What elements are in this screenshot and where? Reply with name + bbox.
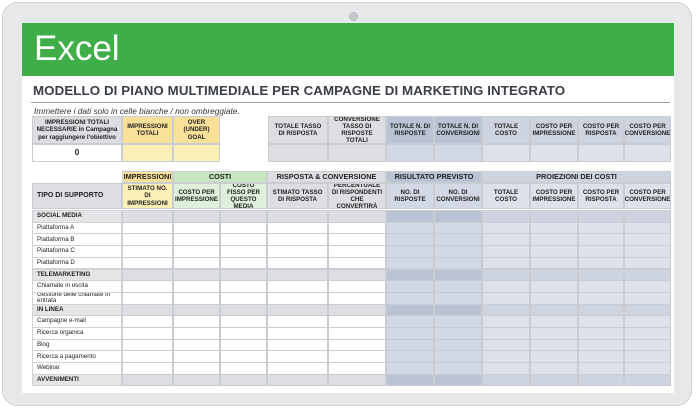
column-costo-impressione: COSTO PER IMPRESSIONE <box>173 183 220 209</box>
app-name: Excel <box>34 29 120 68</box>
summary-header-costo-conversione: COSTO PER CONVERSIONE <box>624 116 671 144</box>
section-cell <box>624 373 671 387</box>
summary-header-conversione-tasso: CONVERSIONE TASSO DI RISPOSTE TOTALI <box>328 116 386 144</box>
summary-header-totale-costo: TOTALE COSTO <box>482 116 530 144</box>
section-cell <box>220 373 267 387</box>
column-costo-per-risposta: COSTO PER RISPOSTA <box>578 183 624 209</box>
column-costo-fisso: COSTO FISSO PER QUESTO MEDIA <box>220 183 267 209</box>
column-n-conversioni: NO. DI CONVERSIONI <box>434 183 482 209</box>
spreadsheet-screen: Excel MODELLO DI PIANO MULTIMEDIALE PER … <box>22 23 674 393</box>
conversione-tasso-value <box>328 144 386 162</box>
group-risultato-previsto: RISULTATO PREVISTO <box>386 171 482 183</box>
title-divider <box>31 102 670 103</box>
costo-risposta-value <box>578 144 624 162</box>
section-cell <box>267 373 328 387</box>
column-costo-per-impressione: COSTO PER IMPRESSIONE <box>530 183 578 209</box>
section-cell <box>482 373 530 387</box>
group-costi: COSTI <box>173 171 267 183</box>
sheet-title: MODELLO DI PIANO MULTIMEDIALE PER CAMPAG… <box>33 83 566 98</box>
totale-costo-value <box>482 144 530 162</box>
column-stimato-impressioni: STIMATO NO. DI IMPRESSIONI <box>122 183 173 209</box>
group-proiezioni-costi: PROIEZIONI DEI COSTI <box>482 171 671 183</box>
column-percentuale-convertira: PERCENTUALE DI RISPONDENTI CHE CONVERTIR… <box>328 183 386 209</box>
group-impressioni: IMPRESSIONI <box>122 171 173 183</box>
impressioni-totali-value <box>122 144 173 162</box>
costo-impressione-value <box>530 144 578 162</box>
section-cell <box>578 373 624 387</box>
group-risposta-conversione: RISPOSTA & CONVERSIONE <box>267 171 386 183</box>
section-cell <box>173 373 220 387</box>
costo-conversione-value <box>624 144 671 162</box>
section-cell <box>434 373 482 387</box>
section-label: AVVENIMENTI <box>32 373 122 387</box>
totale-conversioni-value <box>434 144 482 162</box>
section-cell <box>530 373 578 387</box>
summary-header-costo-risposta: COSTO PER RISPOSTA <box>578 116 624 144</box>
totale-risposte-value <box>386 144 434 162</box>
monitor-bezel: Excel MODELLO DI PIANO MULTIMEDIALE PER … <box>2 2 692 406</box>
column-costo-per-conversione: COSTO PER CONVERSIONE <box>624 183 671 209</box>
column-tipo-supporto: TIPO DI SUPPORTO <box>32 183 122 209</box>
section-cell <box>386 373 434 387</box>
over-under-value <box>173 144 220 162</box>
summary-header-over-under: OVER (UNDER) GOAL <box>173 116 220 144</box>
section-cell <box>328 373 386 387</box>
column-totale-costo: TOTALE COSTO <box>482 183 530 209</box>
summary-header-costo-impressione: COSTO PER IMPRESSIONE <box>530 116 578 144</box>
summary-header-totale-conversioni: TOTALE N. DI CONVERSIONI <box>434 116 482 144</box>
summary-header-totale-risposte: TOTALE N. DI RISPOSTE <box>386 116 434 144</box>
summary-header-impressioni-necessarie: IMPRESSIONI TOTALI NECESSARIE in Campagn… <box>32 116 122 144</box>
column-stimato-tasso: STIMATO TASSO DI RISPOSTA <box>267 183 328 209</box>
summary-header-impressioni-totali: IMPRESSIONI TOTALI <box>122 116 173 144</box>
instruction-text: Immettere i dati solo in celle bianche /… <box>34 106 240 116</box>
tasso-risposta-value <box>268 144 328 162</box>
section-cell <box>122 373 173 387</box>
column-n-risposte: NO. DI RISPOSTE <box>386 183 434 209</box>
summary-header-tasso-risposta: TOTALE TASSO DI RISPOSTA <box>268 116 328 144</box>
camera-icon <box>349 12 358 21</box>
app-banner: Excel <box>22 23 674 76</box>
impressioni-necessarie-input[interactable]: 0 <box>32 144 122 162</box>
